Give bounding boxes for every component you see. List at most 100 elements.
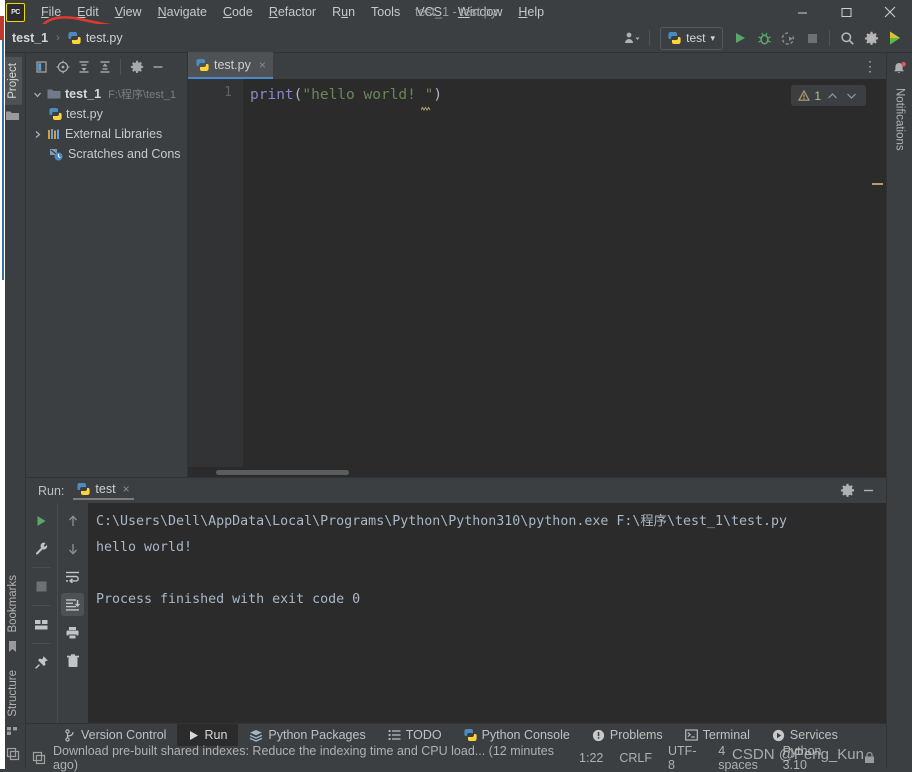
run-tab-test[interactable]: test ×	[73, 482, 134, 500]
libraries-icon	[47, 128, 61, 140]
edit-configuration-icon[interactable]	[30, 537, 53, 560]
structure-icon	[6, 725, 19, 739]
file-encoding[interactable]: UTF-8	[668, 744, 702, 772]
maximize-icon[interactable]	[824, 0, 868, 24]
event-log-icon[interactable]	[32, 751, 46, 765]
sidebar-item-structure[interactable]: Structure	[4, 664, 22, 723]
select-opened-file-icon[interactable]	[32, 57, 51, 76]
menu-item-run[interactable]: Run	[324, 2, 363, 22]
right-tool-window-bar: Notifications	[886, 53, 912, 769]
menu-item-refactor[interactable]: Refactor	[261, 2, 324, 22]
editor-horizontal-scrollbar[interactable]	[188, 467, 886, 477]
hide-panel-icon[interactable]	[861, 483, 876, 498]
tree-node-project-root[interactable]: test_1 F:\程序\test_1	[26, 84, 187, 104]
gear-icon[interactable]	[840, 483, 855, 498]
status-message-group[interactable]: Download pre-built shared indexes: Reduc…	[32, 744, 573, 772]
gear-icon[interactable]	[127, 57, 146, 76]
close-icon[interactable]	[868, 0, 912, 24]
search-icon[interactable]	[836, 27, 858, 49]
python-icon	[463, 728, 477, 742]
chevron-down-icon: ▾	[710, 32, 715, 43]
menu-item-view[interactable]: View	[107, 2, 150, 22]
line-separator[interactable]: CRLF	[619, 751, 652, 765]
hide-panel-icon[interactable]	[148, 57, 167, 76]
run-gutter	[26, 503, 88, 723]
gear-icon[interactable]	[860, 27, 882, 49]
minimize-icon[interactable]	[780, 0, 824, 24]
menu-item-navigate[interactable]: Navigate	[150, 2, 215, 22]
locate-target-icon[interactable]	[53, 57, 72, 76]
close-icon[interactable]: ×	[123, 482, 130, 496]
more-options-icon[interactable]: ⋮	[863, 59, 878, 73]
sidebar-item-label: Bookmarks	[6, 574, 19, 633]
close-icon[interactable]: ×	[259, 58, 266, 72]
up-arrow-icon[interactable]	[61, 509, 84, 532]
python-file-icon	[49, 107, 62, 121]
menu-item-tools[interactable]: Tools	[363, 2, 408, 22]
menu-item-window[interactable]: Window	[450, 2, 510, 22]
run-console-output[interactable]: C:\Users\Dell\AppData\Local\Programs\Pyt…	[88, 503, 886, 723]
soft-wrap-icon[interactable]	[61, 565, 84, 588]
breadcrumb-file[interactable]: test.py	[86, 31, 123, 45]
toolbar-separator	[649, 30, 651, 46]
clear-all-icon[interactable]	[61, 649, 84, 672]
sidebar-item-notifications[interactable]: Notifications	[891, 82, 909, 157]
run-panel-label: Run:	[38, 483, 65, 498]
menu-item-code[interactable]: Code	[215, 2, 261, 22]
run-with-coverage-icon[interactable]	[777, 27, 799, 49]
layout-toggle-icon[interactable]	[6, 747, 20, 764]
scroll-to-end-icon[interactable]	[61, 593, 85, 616]
code-editor[interactable]: 1 print("hello world! ") 1	[188, 79, 886, 467]
menu-item-edit[interactable]: Edit	[69, 2, 107, 22]
user-avatar-icon[interactable]	[621, 27, 643, 49]
tree-node-label: test.py	[66, 107, 103, 121]
chevron-down-icon[interactable]	[32, 90, 43, 99]
breadcrumb: test_1 › test.py	[12, 31, 123, 45]
chevron-down-icon[interactable]	[844, 92, 859, 100]
error-stripe-mark[interactable]	[872, 183, 883, 185]
pycharm-logo-text: PC	[11, 8, 20, 16]
lock-icon[interactable]	[863, 751, 876, 764]
tree-node-test-py[interactable]: test.py	[26, 104, 187, 124]
sidebar-item-project[interactable]: Project	[3, 57, 22, 105]
menu-bar: File Edit View Navigate Code Refactor Ru…	[33, 2, 552, 22]
run-icon[interactable]	[729, 27, 751, 49]
editor-tab-test-py[interactable]: test.py ×	[188, 52, 273, 79]
stop-icon	[801, 27, 823, 49]
breadcrumb-project[interactable]: test_1	[12, 31, 48, 45]
expand-all-icon[interactable]	[74, 57, 93, 76]
tree-node-label: test_1	[65, 87, 102, 101]
tree-node-external-libraries[interactable]: External Libraries	[26, 124, 187, 144]
line-number: 1	[224, 85, 232, 100]
folder-icon	[5, 109, 20, 125]
debug-icon[interactable]	[753, 27, 775, 49]
menu-item-help[interactable]: Help	[510, 2, 552, 22]
inspection-widget[interactable]: 1	[791, 85, 866, 106]
bottom-tab-label: Services	[789, 728, 838, 742]
navigation-bar: test_1 › test.py test ▾	[0, 24, 912, 53]
editor-tab-label: test.py	[214, 57, 251, 72]
chevron-right-icon[interactable]	[32, 130, 43, 139]
layout-icon[interactable]	[30, 613, 53, 636]
bottom-tab-label: Python Packages	[268, 728, 366, 742]
code-token-string: "hello world! "	[302, 87, 434, 103]
rerun-icon[interactable]	[30, 509, 53, 532]
status-message[interactable]: Download pre-built shared indexes: Reduc…	[53, 744, 573, 772]
print-icon[interactable]	[61, 621, 84, 644]
pin-tab-icon[interactable]	[30, 651, 53, 674]
run-panel-body: C:\Users\Dell\AppData\Local\Programs\Pyt…	[26, 503, 886, 723]
run-configuration-selector[interactable]: test ▾	[660, 26, 723, 50]
project-toolbar-separator	[120, 58, 121, 75]
menu-item-vcs[interactable]: VCS	[408, 2, 450, 22]
run-gutter-right	[56, 503, 89, 723]
plugin-update-icon[interactable]	[884, 27, 906, 49]
chevron-up-icon[interactable]	[825, 92, 840, 100]
collapse-all-icon[interactable]	[95, 57, 114, 76]
down-arrow-icon[interactable]	[61, 537, 84, 560]
sidebar-item-bookmarks[interactable]: Bookmarks	[4, 569, 22, 639]
code-content[interactable]: print("hello world! ")	[243, 79, 886, 467]
tree-node-scratches[interactable]: Scratches and Cons	[26, 144, 187, 164]
menu-item-file[interactable]: File	[33, 2, 69, 22]
caret-position[interactable]: 1:22	[579, 751, 603, 765]
